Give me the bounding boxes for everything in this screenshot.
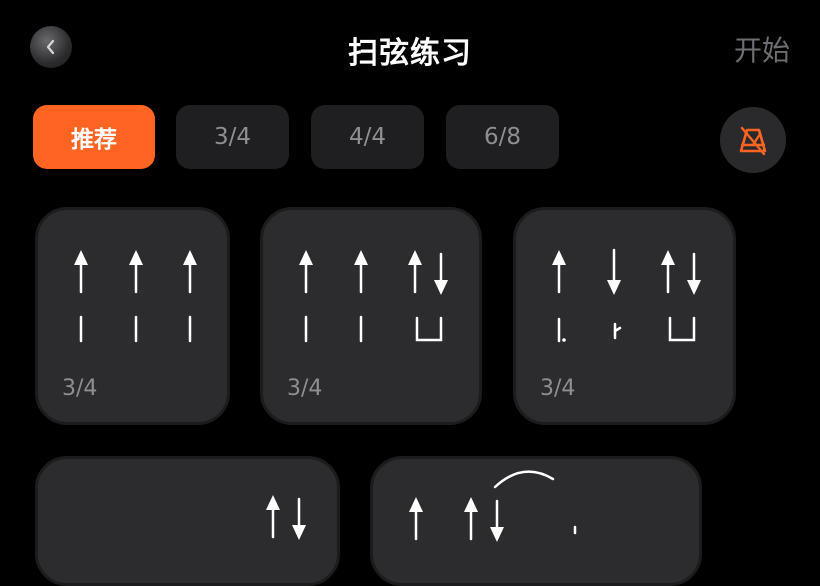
pattern-card[interactable]: 3/4 (260, 207, 482, 425)
pattern-time-signature: 3/4 (287, 376, 323, 401)
tab-3-4[interactable]: 3/4 (176, 105, 289, 169)
page-title: 扫弦练习 (348, 36, 472, 71)
pattern-card[interactable] (35, 456, 340, 586)
start-button[interactable]: 开始 (734, 29, 790, 69)
tab-recommended[interactable]: 推荐 (33, 105, 155, 169)
time-signature-tabs: 推荐 3/4 4/4 6/8 (0, 105, 820, 171)
metronome-off-icon (739, 126, 767, 156)
metronome-button[interactable] (720, 107, 786, 173)
strum-pattern-diagram (409, 470, 577, 542)
pattern-time-signature: 3/4 (540, 376, 576, 401)
pattern-card[interactable] (370, 456, 702, 586)
pattern-card[interactable]: 3/4 (513, 207, 736, 425)
tab-6-8[interactable]: 6/8 (446, 105, 559, 169)
pattern-card[interactable]: 3/4 (35, 207, 230, 425)
header: 扫弦练习 开始 (0, 0, 820, 95)
tab-4-4[interactable]: 4/4 (311, 105, 424, 169)
pattern-time-signature: 3/4 (62, 376, 98, 401)
strum-pattern-diagram (266, 495, 306, 540)
